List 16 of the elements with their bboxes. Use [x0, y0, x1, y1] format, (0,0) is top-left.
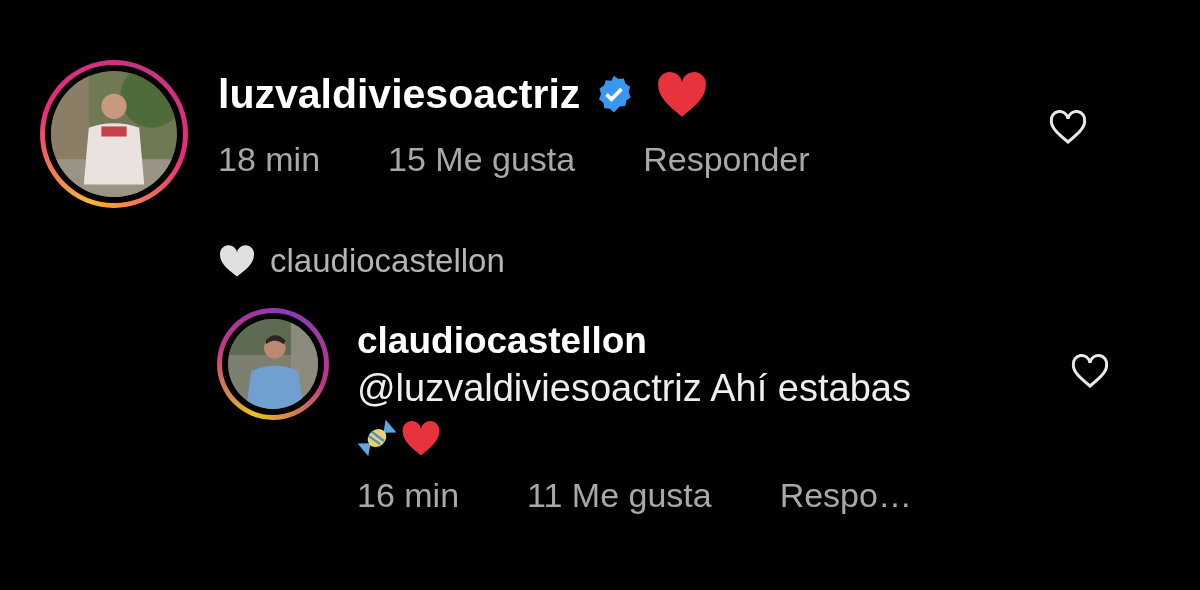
username[interactable]: luzvaldiviesoactriz — [218, 70, 581, 118]
heart-icon — [656, 70, 709, 118]
comment-time: 16 min — [357, 476, 460, 515]
likes-count-link[interactable]: 11 Me gusta — [527, 476, 712, 515]
like-button[interactable] — [1070, 352, 1110, 390]
reply-link[interactable]: Respo… — [779, 476, 912, 515]
username[interactable]: claudiocastellon — [357, 318, 647, 364]
comment-time: 18 min — [218, 140, 321, 179]
heart-icon — [401, 418, 441, 458]
heart-icon — [218, 244, 256, 278]
reply-link[interactable]: Responder — [643, 140, 810, 179]
candy-icon — [357, 418, 397, 458]
like-button[interactable] — [1048, 108, 1088, 146]
comment-text: @luzvaldiviesoactriz Ahí estabas — [357, 366, 911, 411]
likes-count-link[interactable]: 15 Me gusta — [388, 140, 576, 179]
liked-by-username[interactable]: claudiocastellon — [270, 242, 505, 280]
